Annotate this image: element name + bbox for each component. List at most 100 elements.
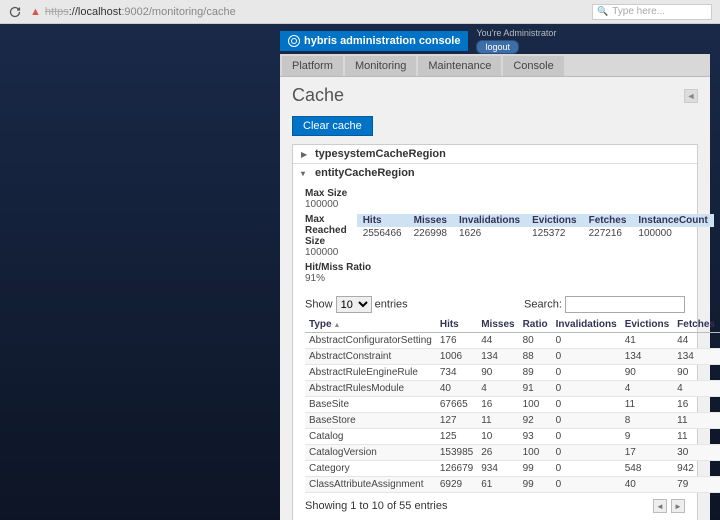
table-cell: 11: [477, 413, 518, 429]
nav-tabs: Platform Monitoring Maintenance Console: [280, 54, 710, 77]
search-label: Search:: [524, 299, 562, 311]
table-cell: 89: [519, 365, 552, 381]
stats-v-fetch: 227216: [583, 227, 633, 240]
table-cell: 90: [477, 365, 518, 381]
table-cell: 67665: [436, 397, 477, 413]
table-row[interactable]: AbstractConstraint10061348801341340: [305, 349, 720, 365]
tab-platform[interactable]: Platform: [282, 56, 343, 76]
clear-cache-button[interactable]: Clear cache: [292, 116, 373, 136]
pager-prev-icon[interactable]: ◄: [653, 499, 667, 513]
hitmiss-value: 91%: [305, 273, 685, 284]
table-cell: 100: [519, 397, 552, 413]
region-typesystem-label: typesystemCacheRegion: [315, 148, 446, 160]
console-header: hybris administration console You're Adm…: [280, 28, 710, 54]
region-entity-header[interactable]: ▾ entityCacheRegion: [293, 164, 697, 182]
col-misses[interactable]: Misses: [477, 317, 518, 333]
table-cell: 61: [477, 477, 518, 493]
hitmiss-label: Hit/Miss Ratio: [305, 262, 685, 273]
tab-monitoring[interactable]: Monitoring: [345, 56, 416, 76]
table-cell: 99: [519, 477, 552, 493]
table-cell: 40: [621, 477, 673, 493]
table-row[interactable]: AbstractRulesModule404910440: [305, 381, 720, 397]
entries-select[interactable]: 10: [336, 296, 372, 313]
table-cell: 153985: [436, 445, 477, 461]
search-control: Search:: [524, 296, 685, 313]
table-cell: 125: [436, 429, 477, 445]
table-cell: BaseStore: [305, 413, 436, 429]
table-cell: 134: [621, 349, 673, 365]
table-cell: BaseSite: [305, 397, 436, 413]
table-row[interactable]: ClassAttributeAssignment692961990407921: [305, 477, 720, 493]
stats-v-hits: 2556466: [357, 227, 408, 240]
table-cell: 92: [519, 413, 552, 429]
table-row[interactable]: Category126679934990548942386: [305, 461, 720, 477]
table-cell: 11: [673, 413, 719, 429]
tab-console[interactable]: Console: [503, 56, 563, 76]
address-bar[interactable]: https://localhost:9002/monitoring/cache: [45, 6, 592, 18]
url-host: ://localhost: [69, 6, 122, 18]
main-panel: Platform Monitoring Maintenance Console …: [280, 54, 710, 520]
pager-next-icon[interactable]: ►: [671, 499, 685, 513]
table-cell: Catalog: [305, 429, 436, 445]
col-fetches[interactable]: Fetches: [673, 317, 719, 333]
table-cell: 942: [673, 461, 719, 477]
table-cell: 134: [673, 349, 719, 365]
table-cell: 41: [621, 333, 673, 349]
table-cell: 0: [552, 349, 621, 365]
max-reached-label: Max Reached Size: [305, 214, 347, 247]
hybris-logo-icon: [288, 35, 300, 47]
col-type[interactable]: Type: [305, 317, 436, 333]
table-row[interactable]: AbstractRuleEngineRule7349089090900: [305, 365, 720, 381]
table-cell: 0: [552, 461, 621, 477]
table-cell: 0: [552, 413, 621, 429]
table-cell: 0: [552, 381, 621, 397]
region-stats-table: Hits Misses Invalidations Evictions Fetc…: [357, 214, 714, 240]
col-hits[interactable]: Hits: [436, 317, 477, 333]
browser-toolbar: ▲ https://localhost:9002/monitoring/cach…: [0, 0, 720, 24]
stats-h-inst: InstanceCount: [632, 214, 713, 227]
table-cell: 6929: [436, 477, 477, 493]
table-cell: ClassAttributeAssignment: [305, 477, 436, 493]
entries-control: Show 10 entries: [305, 296, 408, 313]
table-search-input[interactable]: [565, 296, 685, 313]
stats-h-hits: Hits: [357, 214, 408, 227]
table-row[interactable]: Catalog125109309111: [305, 429, 720, 445]
tab-maintenance[interactable]: Maintenance: [418, 56, 501, 76]
table-row[interactable]: CatalogVersion15398526100017309: [305, 445, 720, 461]
table-cell: 11: [673, 429, 719, 445]
col-ratio[interactable]: Ratio: [519, 317, 552, 333]
collapse-panel-icon[interactable]: ◄: [684, 89, 698, 103]
stats-h-evict: Evictions: [526, 214, 582, 227]
refresh-icon[interactable]: [8, 5, 22, 19]
stats-v-misses: 226998: [408, 227, 453, 240]
stats-h-fetch: Fetches: [583, 214, 633, 227]
logout-button[interactable]: logout: [476, 40, 519, 54]
table-row[interactable]: BaseSite6766516100011165: [305, 397, 720, 413]
table-row[interactable]: BaseStore127119208113: [305, 413, 720, 429]
url-path: :9002/monitoring/cache: [121, 6, 235, 18]
browser-search-input[interactable]: Type here...: [592, 4, 712, 20]
table-footer-info: Showing 1 to 10 of 55 entries: [305, 500, 447, 512]
table-cell: 90: [621, 365, 673, 381]
table-cell: 79: [673, 477, 719, 493]
table-cell: 16: [673, 397, 719, 413]
max-size-label: Max Size: [305, 188, 685, 199]
table-cell: 10: [477, 429, 518, 445]
stats-v-evict: 125372: [526, 227, 582, 240]
table-cell: 176: [436, 333, 477, 349]
table-cell: CatalogVersion: [305, 445, 436, 461]
region-typesystem-header[interactable]: ▶ typesystemCacheRegion: [293, 145, 697, 164]
table-cell: 4: [621, 381, 673, 397]
col-evictions[interactable]: Evictions: [621, 317, 673, 333]
table-cell: 4: [673, 381, 719, 397]
stats-v-inst: 100000: [632, 227, 713, 240]
cache-regions-panel: ▶ typesystemCacheRegion ▾ entityCacheReg…: [292, 144, 698, 520]
max-size-value: 100000: [305, 199, 685, 210]
table-cell: 17: [621, 445, 673, 461]
max-reached-value: 100000: [305, 247, 347, 258]
cache-types-table: TypeHitsMissesRatioInvalidationsEviction…: [305, 317, 720, 493]
region-entity-label: entityCacheRegion: [315, 167, 415, 179]
col-invalidations[interactable]: Invalidations: [552, 317, 621, 333]
table-row[interactable]: AbstractConfiguratorSetting1764480041443: [305, 333, 720, 349]
table-cell: 134: [477, 349, 518, 365]
